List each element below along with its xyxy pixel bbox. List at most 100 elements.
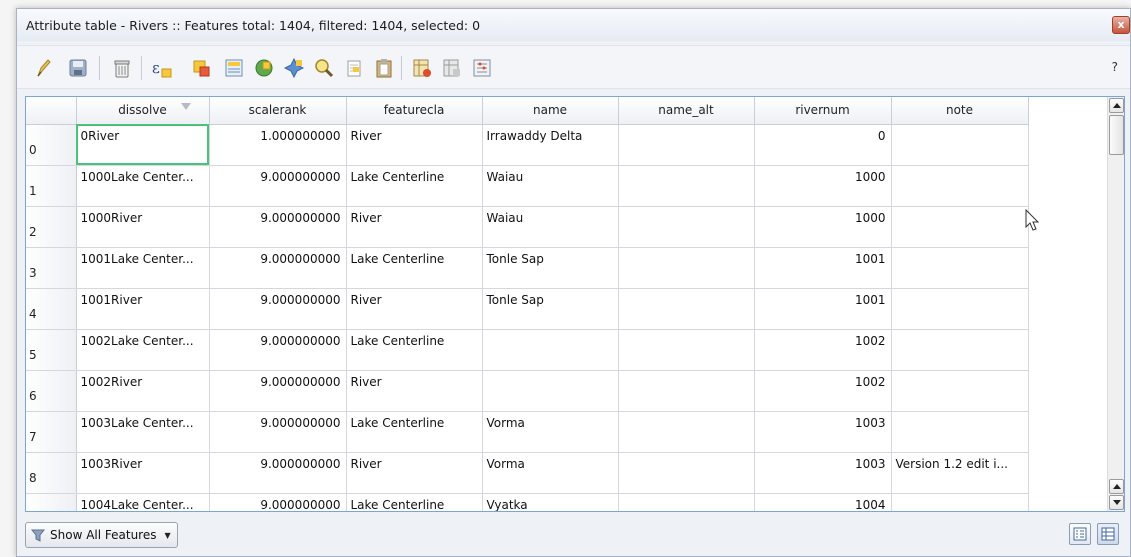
save-icon[interactable] — [65, 55, 91, 81]
table-row[interactable]: 1 1000Lake Center... 9.000000000 Lake Cente… — [26, 165, 1029, 207]
scroll-thumb[interactable] — [1109, 115, 1124, 155]
cell-name[interactable]: Tonle Sap — [482, 288, 619, 330]
table-row[interactable]: 5 1002Lake Center... 9.000000000 Lake Cente… — [26, 329, 1029, 371]
cell-featurecla[interactable]: Lake Centerline — [346, 411, 483, 453]
cell-featurecla[interactable]: Lake Centerline — [346, 493, 483, 511]
cell-name-alt[interactable] — [618, 452, 755, 494]
cell-name[interactable]: Irrawaddy Delta — [482, 124, 619, 166]
cell-note[interactable] — [891, 329, 1029, 371]
cell-note[interactable] — [891, 493, 1029, 511]
cell-scalerank[interactable]: 9.000000000 — [209, 329, 347, 371]
move-selection-top-icon[interactable] — [221, 55, 247, 81]
cell-name-alt[interactable] — [618, 206, 755, 248]
column-header-name[interactable]: name — [482, 97, 619, 125]
row-header[interactable]: 3 — [26, 247, 77, 289]
cell-featurecla[interactable]: River — [346, 370, 483, 412]
cell-rivernum[interactable]: 1000 — [754, 165, 892, 207]
row-header[interactable]: 6 — [26, 370, 77, 412]
delete-column-icon[interactable] — [409, 55, 435, 81]
cell-note[interactable] — [891, 370, 1029, 412]
cell-scalerank[interactable]: 9.000000000 — [209, 206, 347, 248]
pan-to-selection-icon[interactable] — [281, 55, 307, 81]
cell-name[interactable]: Tonle Sap — [482, 247, 619, 289]
scroll-up-lower-button[interactable] — [1109, 479, 1124, 494]
delete-icon[interactable] — [109, 55, 135, 81]
paste-rows-icon[interactable] — [371, 55, 397, 81]
show-all-features-button[interactable]: Show All Features ▼ — [25, 522, 178, 548]
cell-note[interactable] — [891, 124, 1029, 166]
deselect-icon[interactable] — [189, 55, 215, 81]
table-row[interactable]: 1004Lake Center... 9.000000000 Lake Center… — [26, 493, 1029, 511]
cell-featurecla[interactable]: River — [346, 206, 483, 248]
cell-name[interactable]: Waiau — [482, 165, 619, 207]
title-bar[interactable]: Attribute table - Rivers :: Features tot… — [17, 9, 1130, 41]
cell-name[interactable]: Waiau — [482, 206, 619, 248]
cell-featurecla[interactable]: Lake Centerline — [346, 247, 483, 289]
cell-note[interactable] — [891, 165, 1029, 207]
cell-note[interactable]: Version 1.2 edit i... — [891, 452, 1029, 494]
cell-scalerank[interactable]: 9.000000000 — [209, 452, 347, 494]
cell-name-alt[interactable] — [618, 411, 755, 453]
table-row[interactable]: 4 1001River 9.000000000 River Tonle Sap 1001 — [26, 288, 1029, 330]
close-button[interactable]: x — [1112, 16, 1130, 34]
cell-dissolve[interactable]: 1000Lake Center... — [76, 165, 210, 207]
scroll-down-button[interactable] — [1109, 495, 1124, 510]
cell-featurecla[interactable]: Lake Centerline — [346, 165, 483, 207]
cell-featurecla[interactable]: Lake Centerline — [346, 329, 483, 371]
cell-rivernum[interactable]: 1002 — [754, 370, 892, 412]
row-header[interactable]: 2 — [26, 206, 77, 248]
row-header[interactable]: 7 — [26, 411, 77, 453]
cell-name-alt[interactable] — [618, 247, 755, 289]
table-row[interactable]: 6 1002River 9.000000000 River 1002 — [26, 370, 1029, 412]
cell-dissolve[interactable]: 1003Lake Center... — [76, 411, 210, 453]
column-header-rivernum[interactable]: rivernum — [754, 97, 892, 125]
cell-dissolve[interactable]: 1001Lake Center... — [76, 247, 210, 289]
column-header-note[interactable]: note — [891, 97, 1029, 125]
cell-note[interactable] — [891, 206, 1029, 248]
cell-dissolve[interactable]: 0River — [76, 124, 210, 166]
attribute-table[interactable]: dissolve scalerank featurecla name name_… — [25, 96, 1125, 512]
cell-rivernum[interactable]: 1001 — [754, 247, 892, 289]
cell-rivernum[interactable]: 1000 — [754, 206, 892, 248]
cell-rivernum[interactable]: 1001 — [754, 288, 892, 330]
cell-scalerank[interactable]: 9.000000000 — [209, 411, 347, 453]
vertical-scrollbar[interactable] — [1107, 97, 1124, 511]
cell-name[interactable]: Vorma — [482, 452, 619, 494]
cell-featurecla[interactable]: River — [346, 452, 483, 494]
cell-name-alt[interactable] — [618, 493, 755, 511]
pencil-icon[interactable] — [31, 55, 57, 81]
cell-dissolve[interactable]: 1004Lake Center... — [76, 493, 210, 511]
table-row[interactable]: 0 0River 1.000000000 River Irrawaddy Delta 0 — [26, 124, 1029, 166]
zoom-to-selection-icon[interactable] — [311, 55, 337, 81]
cell-rivernum[interactable]: 1002 — [754, 329, 892, 371]
column-header-featurecla[interactable]: featurecla — [346, 97, 483, 125]
cell-dissolve[interactable]: 1002Lake Center... — [76, 329, 210, 371]
cell-name-alt[interactable] — [618, 370, 755, 412]
cell-scalerank[interactable]: 9.000000000 — [209, 370, 347, 412]
table-row[interactable]: 7 1003Lake Center... 9.000000000 Lake Cente… — [26, 411, 1029, 453]
cell-rivernum[interactable]: 1003 — [754, 452, 892, 494]
table-row[interactable]: 8 1003River 9.000000000 River Vorma 1003 Versi… — [26, 452, 1029, 494]
cell-dissolve[interactable]: 1001River — [76, 288, 210, 330]
cell-name[interactable] — [482, 329, 619, 371]
cell-rivernum[interactable]: 0 — [754, 124, 892, 166]
cell-featurecla[interactable]: River — [346, 124, 483, 166]
cell-scalerank[interactable]: 9.000000000 — [209, 165, 347, 207]
cell-dissolve[interactable]: 1002River — [76, 370, 210, 412]
help-button[interactable]: ? — [1112, 60, 1118, 74]
column-header-dissolve[interactable]: dissolve — [76, 97, 210, 125]
form-view-button[interactable] — [1069, 523, 1091, 545]
row-header[interactable]: 8 — [26, 452, 77, 494]
row-header[interactable]: 1 — [26, 165, 77, 207]
corner-header[interactable] — [26, 97, 77, 125]
cell-rivernum[interactable]: 1004 — [754, 493, 892, 511]
cell-featurecla[interactable]: River — [346, 288, 483, 330]
row-header[interactable] — [26, 493, 77, 511]
cell-note[interactable] — [891, 411, 1029, 453]
invert-selection-icon[interactable] — [251, 55, 277, 81]
row-header[interactable]: 0 — [26, 124, 77, 166]
cell-dissolve[interactable]: 1003River — [76, 452, 210, 494]
copy-rows-icon[interactable] — [341, 55, 367, 81]
scroll-up-button[interactable] — [1109, 98, 1124, 113]
cell-scalerank[interactable]: 9.000000000 — [209, 493, 347, 511]
